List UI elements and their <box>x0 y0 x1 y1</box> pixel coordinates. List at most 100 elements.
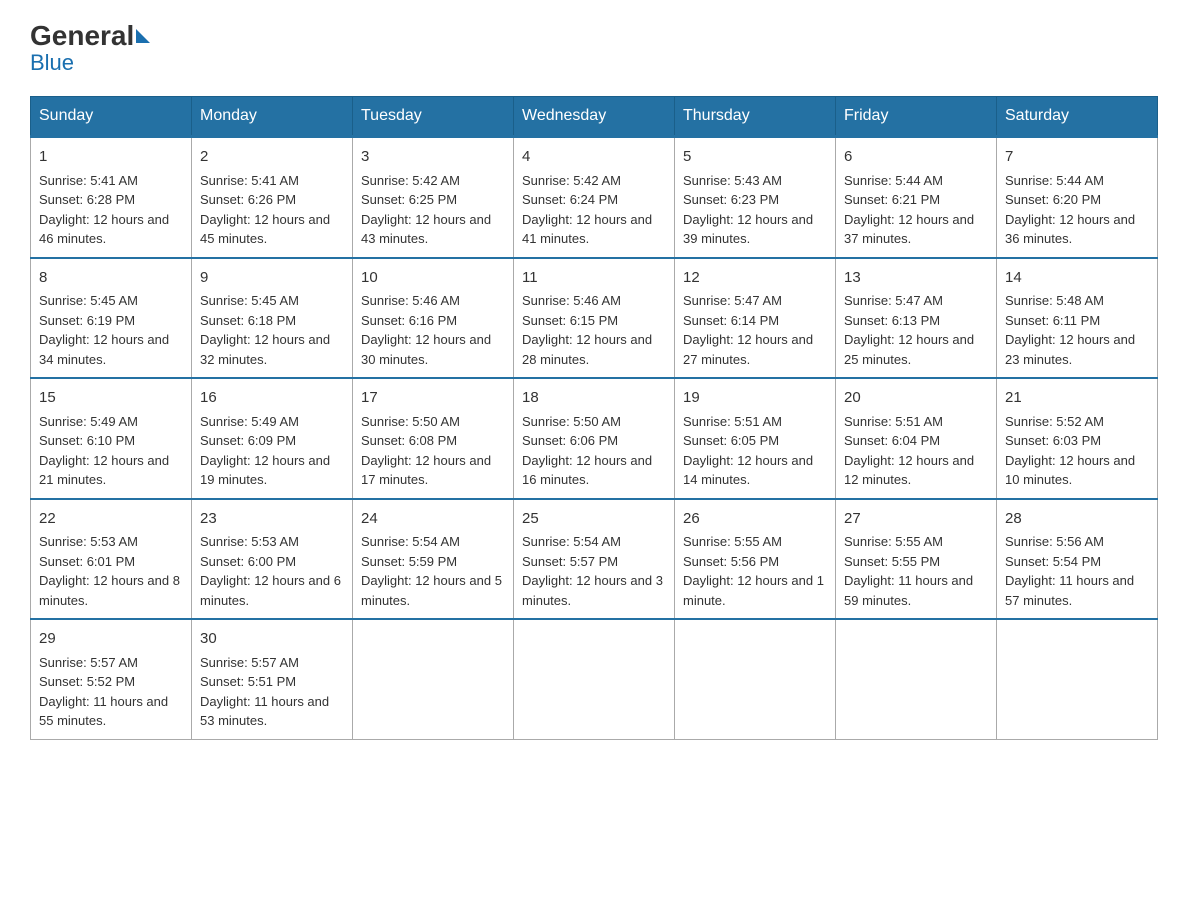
calendar-cell: 10 Sunrise: 5:46 AMSunset: 6:16 PMDaylig… <box>353 258 514 379</box>
calendar-cell <box>836 619 997 739</box>
calendar-cell: 26 Sunrise: 5:55 AMSunset: 5:56 PMDaylig… <box>675 499 836 620</box>
calendar-cell: 22 Sunrise: 5:53 AMSunset: 6:01 PMDaylig… <box>31 499 192 620</box>
day-number: 25 <box>522 508 666 531</box>
logo-triangle-icon <box>136 29 150 43</box>
day-number: 3 <box>361 146 505 169</box>
calendar-cell: 12 Sunrise: 5:47 AMSunset: 6:14 PMDaylig… <box>675 258 836 379</box>
day-info: Sunrise: 5:57 AMSunset: 5:51 PMDaylight:… <box>200 655 329 729</box>
calendar-cell: 29 Sunrise: 5:57 AMSunset: 5:52 PMDaylig… <box>31 619 192 739</box>
calendar-cell: 8 Sunrise: 5:45 AMSunset: 6:19 PMDayligh… <box>31 258 192 379</box>
calendar-cell: 24 Sunrise: 5:54 AMSunset: 5:59 PMDaylig… <box>353 499 514 620</box>
day-number: 2 <box>200 146 344 169</box>
day-info: Sunrise: 5:54 AMSunset: 5:57 PMDaylight:… <box>522 534 663 608</box>
day-number: 13 <box>844 267 988 290</box>
day-info: Sunrise: 5:44 AMSunset: 6:20 PMDaylight:… <box>1005 173 1135 247</box>
day-number: 28 <box>1005 508 1149 531</box>
calendar-week-1: 1 Sunrise: 5:41 AMSunset: 6:28 PMDayligh… <box>31 137 1158 258</box>
calendar-cell <box>514 619 675 739</box>
day-info: Sunrise: 5:51 AMSunset: 6:04 PMDaylight:… <box>844 414 974 488</box>
header-thursday: Thursday <box>675 97 836 137</box>
day-number: 12 <box>683 267 827 290</box>
day-info: Sunrise: 5:45 AMSunset: 6:19 PMDaylight:… <box>39 293 169 367</box>
day-info: Sunrise: 5:52 AMSunset: 6:03 PMDaylight:… <box>1005 414 1135 488</box>
calendar-cell: 20 Sunrise: 5:51 AMSunset: 6:04 PMDaylig… <box>836 378 997 499</box>
calendar-cell: 6 Sunrise: 5:44 AMSunset: 6:21 PMDayligh… <box>836 137 997 258</box>
day-number: 6 <box>844 146 988 169</box>
header-monday: Monday <box>192 97 353 137</box>
calendar-week-2: 8 Sunrise: 5:45 AMSunset: 6:19 PMDayligh… <box>31 258 1158 379</box>
calendar-cell: 19 Sunrise: 5:51 AMSunset: 6:05 PMDaylig… <box>675 378 836 499</box>
calendar-cell: 2 Sunrise: 5:41 AMSunset: 6:26 PMDayligh… <box>192 137 353 258</box>
day-number: 23 <box>200 508 344 531</box>
calendar-cell: 1 Sunrise: 5:41 AMSunset: 6:28 PMDayligh… <box>31 137 192 258</box>
calendar-cell: 4 Sunrise: 5:42 AMSunset: 6:24 PMDayligh… <box>514 137 675 258</box>
day-info: Sunrise: 5:43 AMSunset: 6:23 PMDaylight:… <box>683 173 813 247</box>
day-info: Sunrise: 5:44 AMSunset: 6:21 PMDaylight:… <box>844 173 974 247</box>
calendar-cell: 11 Sunrise: 5:46 AMSunset: 6:15 PMDaylig… <box>514 258 675 379</box>
header-tuesday: Tuesday <box>353 97 514 137</box>
day-number: 8 <box>39 267 183 290</box>
page-header: General Blue <box>30 20 1158 76</box>
day-number: 24 <box>361 508 505 531</box>
logo: General Blue <box>30 20 150 76</box>
day-info: Sunrise: 5:49 AMSunset: 6:10 PMDaylight:… <box>39 414 169 488</box>
calendar-cell: 7 Sunrise: 5:44 AMSunset: 6:20 PMDayligh… <box>997 137 1158 258</box>
day-number: 26 <box>683 508 827 531</box>
day-number: 14 <box>1005 267 1149 290</box>
day-number: 10 <box>361 267 505 290</box>
header-friday: Friday <box>836 97 997 137</box>
day-info: Sunrise: 5:47 AMSunset: 6:13 PMDaylight:… <box>844 293 974 367</box>
calendar-cell: 18 Sunrise: 5:50 AMSunset: 6:06 PMDaylig… <box>514 378 675 499</box>
calendar-cell: 21 Sunrise: 5:52 AMSunset: 6:03 PMDaylig… <box>997 378 1158 499</box>
calendar-cell: 14 Sunrise: 5:48 AMSunset: 6:11 PMDaylig… <box>997 258 1158 379</box>
day-number: 19 <box>683 387 827 410</box>
calendar-cell: 17 Sunrise: 5:50 AMSunset: 6:08 PMDaylig… <box>353 378 514 499</box>
day-number: 21 <box>1005 387 1149 410</box>
calendar-cell: 3 Sunrise: 5:42 AMSunset: 6:25 PMDayligh… <box>353 137 514 258</box>
calendar-cell: 25 Sunrise: 5:54 AMSunset: 5:57 PMDaylig… <box>514 499 675 620</box>
day-number: 1 <box>39 146 183 169</box>
day-number: 4 <box>522 146 666 169</box>
calendar-week-3: 15 Sunrise: 5:49 AMSunset: 6:10 PMDaylig… <box>31 378 1158 499</box>
day-number: 16 <box>200 387 344 410</box>
calendar-cell: 23 Sunrise: 5:53 AMSunset: 6:00 PMDaylig… <box>192 499 353 620</box>
calendar-cell: 30 Sunrise: 5:57 AMSunset: 5:51 PMDaylig… <box>192 619 353 739</box>
logo-general: General <box>30 20 134 52</box>
day-info: Sunrise: 5:55 AMSunset: 5:55 PMDaylight:… <box>844 534 973 608</box>
day-info: Sunrise: 5:50 AMSunset: 6:06 PMDaylight:… <box>522 414 652 488</box>
day-info: Sunrise: 5:50 AMSunset: 6:08 PMDaylight:… <box>361 414 491 488</box>
calendar-week-4: 22 Sunrise: 5:53 AMSunset: 6:01 PMDaylig… <box>31 499 1158 620</box>
calendar-cell: 15 Sunrise: 5:49 AMSunset: 6:10 PMDaylig… <box>31 378 192 499</box>
day-info: Sunrise: 5:46 AMSunset: 6:16 PMDaylight:… <box>361 293 491 367</box>
day-info: Sunrise: 5:47 AMSunset: 6:14 PMDaylight:… <box>683 293 813 367</box>
calendar-cell: 27 Sunrise: 5:55 AMSunset: 5:55 PMDaylig… <box>836 499 997 620</box>
day-info: Sunrise: 5:41 AMSunset: 6:28 PMDaylight:… <box>39 173 169 247</box>
day-number: 20 <box>844 387 988 410</box>
day-info: Sunrise: 5:54 AMSunset: 5:59 PMDaylight:… <box>361 534 502 608</box>
day-info: Sunrise: 5:51 AMSunset: 6:05 PMDaylight:… <box>683 414 813 488</box>
day-info: Sunrise: 5:57 AMSunset: 5:52 PMDaylight:… <box>39 655 168 729</box>
calendar-week-5: 29 Sunrise: 5:57 AMSunset: 5:52 PMDaylig… <box>31 619 1158 739</box>
logo-blue-text: Blue <box>30 50 150 76</box>
day-number: 17 <box>361 387 505 410</box>
day-number: 5 <box>683 146 827 169</box>
day-info: Sunrise: 5:42 AMSunset: 6:24 PMDaylight:… <box>522 173 652 247</box>
calendar-cell <box>353 619 514 739</box>
day-info: Sunrise: 5:41 AMSunset: 6:26 PMDaylight:… <box>200 173 330 247</box>
calendar-cell <box>997 619 1158 739</box>
day-number: 7 <box>1005 146 1149 169</box>
calendar-cell: 13 Sunrise: 5:47 AMSunset: 6:13 PMDaylig… <box>836 258 997 379</box>
calendar-cell <box>675 619 836 739</box>
calendar-cell: 9 Sunrise: 5:45 AMSunset: 6:18 PMDayligh… <box>192 258 353 379</box>
calendar-table: SundayMondayTuesdayWednesdayThursdayFrid… <box>30 96 1158 740</box>
header-saturday: Saturday <box>997 97 1158 137</box>
day-number: 18 <box>522 387 666 410</box>
day-info: Sunrise: 5:49 AMSunset: 6:09 PMDaylight:… <box>200 414 330 488</box>
day-info: Sunrise: 5:45 AMSunset: 6:18 PMDaylight:… <box>200 293 330 367</box>
calendar-header-row: SundayMondayTuesdayWednesdayThursdayFrid… <box>31 97 1158 137</box>
day-number: 11 <box>522 267 666 290</box>
day-number: 22 <box>39 508 183 531</box>
header-sunday: Sunday <box>31 97 192 137</box>
calendar-cell: 16 Sunrise: 5:49 AMSunset: 6:09 PMDaylig… <box>192 378 353 499</box>
day-info: Sunrise: 5:55 AMSunset: 5:56 PMDaylight:… <box>683 534 824 608</box>
